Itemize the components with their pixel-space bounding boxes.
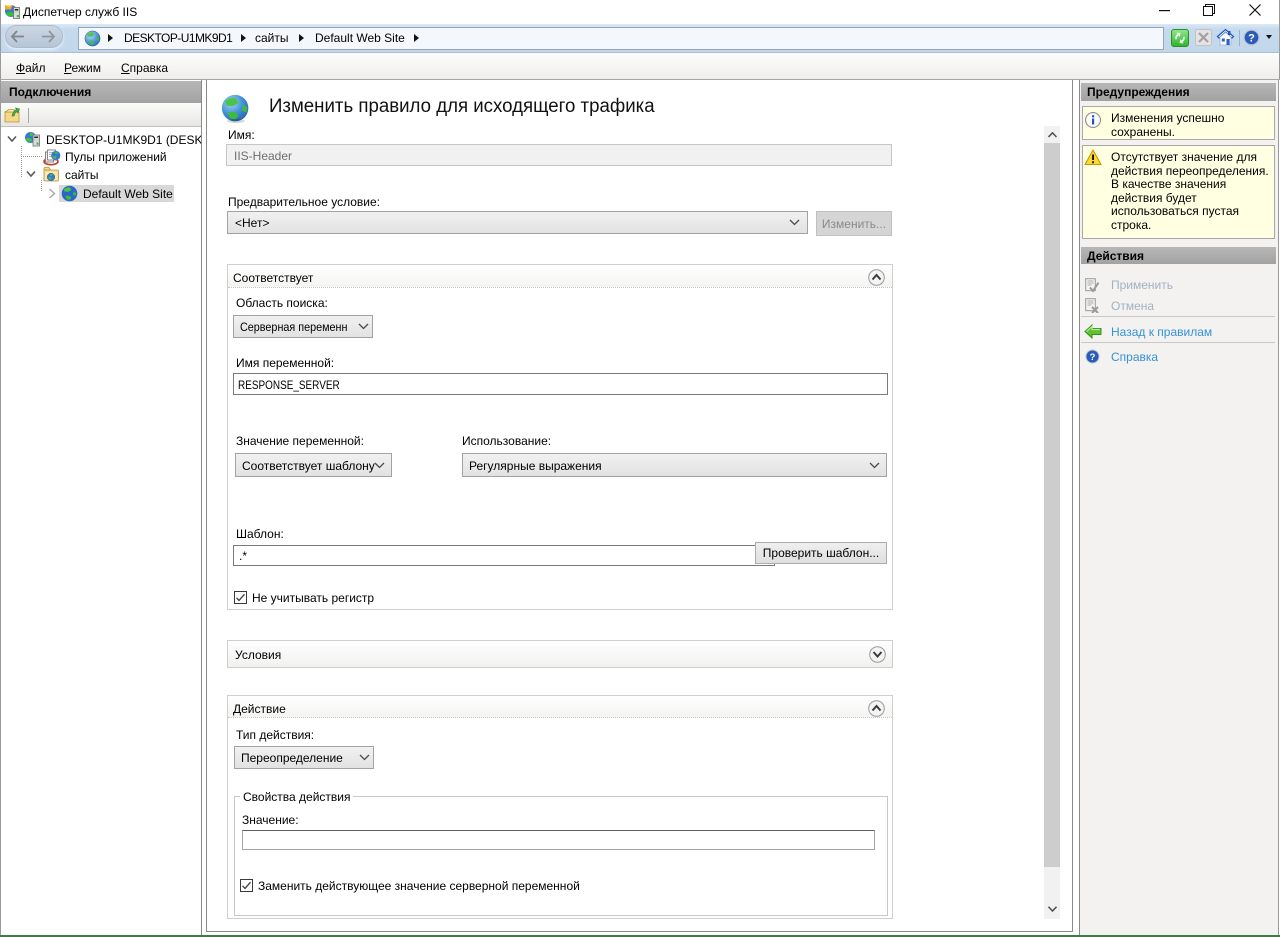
svg-text:?: ? bbox=[1090, 352, 1096, 363]
svg-text:?: ? bbox=[1248, 33, 1255, 45]
